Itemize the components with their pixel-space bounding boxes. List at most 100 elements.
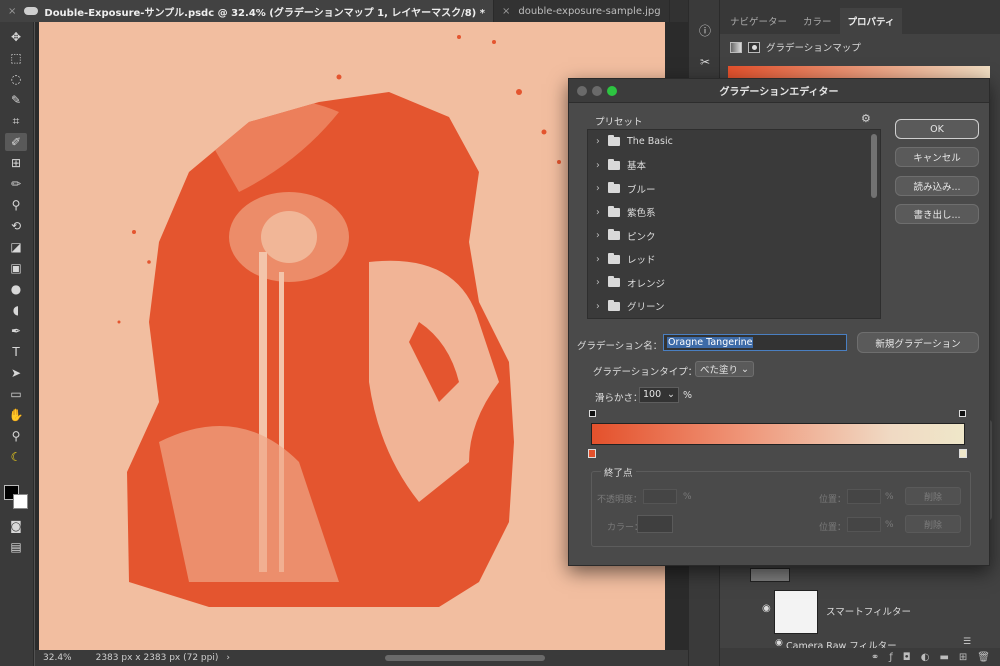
chevron-right-icon[interactable]: › [596, 301, 608, 312]
color-location-input[interactable] [847, 517, 881, 532]
quick-mask-icon[interactable]: ◙ [5, 517, 27, 535]
folder-icon [608, 252, 620, 264]
healing-brush-tool-icon[interactable]: ⊞ [5, 154, 27, 172]
background-color-swatch[interactable] [13, 494, 28, 509]
pen-tool-icon[interactable]: ✒ [5, 322, 27, 340]
cloud-icon [24, 7, 39, 15]
crop-tool-icon[interactable]: ⌗ [5, 112, 27, 130]
rectangle-tool-icon[interactable]: ▭ [5, 385, 27, 403]
document-info: 2383 px x 2383 px (72 ppi) [95, 653, 219, 663]
new-layer-icon[interactable]: ⊞ [959, 652, 967, 663]
preset-folder-basic[interactable]: › 基本 [588, 154, 880, 178]
opacity-input[interactable] [643, 489, 677, 504]
chevron-right-icon[interactable]: › [596, 160, 608, 171]
properties-gradient-preview[interactable] [728, 66, 990, 78]
new-gradient-button[interactable]: 新規グラデーション [857, 332, 979, 353]
move-tool-icon[interactable]: ✥ [5, 28, 27, 46]
minimize-window-icon[interactable] [592, 86, 602, 96]
layer-mask-icon[interactable] [748, 41, 760, 53]
tab-properties[interactable]: プロパティ [839, 8, 903, 34]
hand-tool-icon[interactable]: ✋ [5, 406, 27, 424]
path-selection-tool-icon[interactable]: ➤ [5, 364, 27, 382]
tools-options-icon[interactable]: ✂ [695, 52, 715, 72]
gradient-name-input[interactable]: Oragne Tangerine [663, 334, 847, 351]
gradient-type-select[interactable]: べた塗り ⌄ [695, 361, 754, 377]
quick-selection-tool-icon[interactable]: ✎ [5, 91, 27, 109]
opacity-stop-left[interactable] [589, 410, 596, 417]
tab-double-exposure-jpg[interactable]: × double-exposure-sample.jpg [494, 0, 670, 22]
preset-folder-orange[interactable]: › オレンジ [588, 271, 880, 295]
smart-filter-thumbnail[interactable] [774, 590, 818, 634]
preset-label: オレンジ [627, 278, 666, 290]
horizontal-scrollbar[interactable] [385, 655, 545, 661]
tab-color[interactable]: カラー [795, 8, 840, 34]
chevron-right-icon[interactable]: › [596, 207, 608, 218]
link-icon[interactable]: ⚭ [871, 652, 879, 663]
info-icon[interactable]: ⓘ [695, 20, 715, 40]
eye-icon[interactable]: ◉ [775, 638, 783, 648]
chevron-down-icon[interactable]: ⌄ [667, 389, 675, 401]
chevron-right-icon[interactable]: › [596, 230, 608, 241]
preset-folder-the-basic[interactable]: › The Basic [588, 130, 880, 154]
folder-icon[interactable]: ▬ [939, 652, 948, 663]
close-icon[interactable]: × [502, 6, 510, 17]
trash-icon[interactable]: 🗑 [977, 652, 990, 663]
zoom-window-icon[interactable] [607, 86, 617, 96]
eraser-tool-icon[interactable]: ◪ [5, 238, 27, 256]
color-delete-button[interactable]: 削除 [905, 515, 961, 533]
banana-icon[interactable]: ☾ [5, 448, 27, 466]
close-icon[interactable]: × [8, 6, 16, 17]
clone-stamp-tool-icon[interactable]: ⚲ [5, 196, 27, 214]
smart-filter-row[interactable]: ◉ スマートフィルター [720, 586, 1000, 634]
history-brush-tool-icon[interactable]: ⟲ [5, 217, 27, 235]
zoom-level[interactable]: 32.4% [43, 653, 72, 663]
chevron-right-icon[interactable]: › [596, 183, 608, 194]
preset-folder-green[interactable]: › グリーン [588, 295, 880, 319]
color-stop-right[interactable] [959, 449, 967, 458]
lasso-tool-icon[interactable]: ◌ [5, 70, 27, 88]
gradient-preview-bar[interactable] [591, 423, 965, 445]
tab-double-exposure-psdc[interactable]: × Double-Exposure-サンプル.psdc @ 32.4% (グラデ… [0, 0, 494, 22]
dodge-tool-icon[interactable]: ◖ [5, 301, 27, 319]
stops-legend: 終了点 [601, 465, 636, 479]
opacity-location-input[interactable] [847, 489, 881, 504]
type-tool-icon[interactable]: T [5, 343, 27, 361]
brush-tool-icon[interactable]: ✏ [5, 175, 27, 193]
load-button[interactable]: 読み込み... [895, 176, 979, 196]
preset-folder-blue[interactable]: › ブルー [588, 177, 880, 201]
preset-folder-pink[interactable]: › ピンク [588, 224, 880, 248]
color-swatches[interactable] [4, 485, 30, 511]
zoom-tool-icon[interactable]: ⚲ [5, 427, 27, 445]
cancel-button[interactable]: キャンセル [895, 147, 979, 167]
smoothness-input[interactable]: 100 ⌄ [639, 387, 679, 403]
eyedropper-tool-icon[interactable]: ✐ [5, 133, 27, 151]
close-window-icon[interactable] [577, 86, 587, 96]
fx-icon[interactable]: ƒ [889, 652, 893, 663]
filter-options-icon[interactable]: ☰ [963, 637, 971, 647]
preset-label: 基本 [627, 161, 647, 173]
opacity-delete-button[interactable]: 削除 [905, 487, 961, 505]
tab-navigator[interactable]: ナビゲーター [722, 8, 795, 34]
screen-mode-icon[interactable]: ▤ [5, 538, 27, 556]
ok-button[interactable]: OK [895, 119, 979, 139]
preset-folder-red[interactable]: › レッド [588, 248, 880, 272]
chevron-right-icon[interactable]: › [596, 277, 608, 288]
presets-scrollbar[interactable] [871, 134, 877, 198]
color-stop-left[interactable] [588, 449, 596, 458]
export-button[interactable]: 書き出し... [895, 204, 979, 224]
gradient-tool-icon[interactable]: ▣ [5, 259, 27, 277]
gear-icon[interactable]: ⚙ [861, 112, 871, 125]
marquee-tool-icon[interactable]: ⬚ [5, 49, 27, 67]
status-arrow-icon[interactable]: › [226, 653, 230, 663]
properties-title: グラデーションマップ [766, 43, 861, 54]
blur-tool-icon[interactable]: ● [5, 280, 27, 298]
opacity-stop-right[interactable] [959, 410, 966, 417]
preset-folder-purple[interactable]: › 紫色系 [588, 201, 880, 225]
eye-icon[interactable]: ◉ [762, 603, 771, 614]
layer-thumbnail[interactable] [750, 568, 790, 582]
stop-color-swatch[interactable] [637, 515, 673, 533]
chevron-right-icon[interactable]: › [596, 136, 608, 147]
chevron-right-icon[interactable]: › [596, 254, 608, 265]
add-mask-icon[interactable]: ◘ [903, 652, 911, 663]
adjustment-icon[interactable]: ◐ [921, 652, 930, 663]
